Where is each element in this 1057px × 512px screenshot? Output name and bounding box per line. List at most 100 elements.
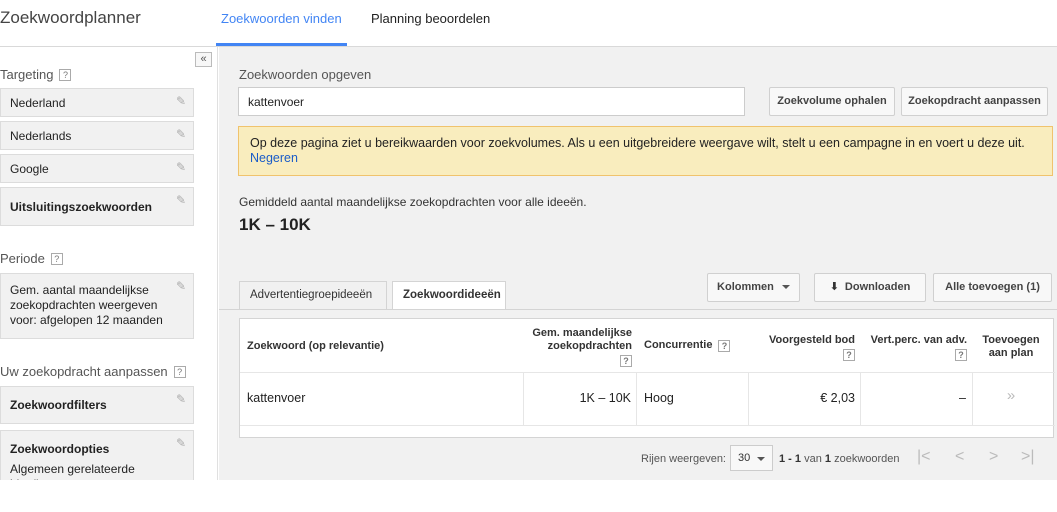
modify-search-button[interactable]: Zoekopdracht aanpassen (901, 87, 1048, 116)
chevron-down-icon (757, 457, 765, 461)
avg-searches-value: 1K – 10K (239, 215, 311, 234)
enter-keywords-label: Zoekwoorden opgeven (239, 67, 372, 82)
pencil-icon[interactable]: ✎ (176, 94, 186, 108)
row-impression-share: – (959, 391, 966, 405)
negative-keywords-label: Uitsluitingszoekwoorden (10, 200, 153, 214)
help-icon[interactable]: ? (173, 365, 186, 378)
keyword-table: Zoekwoord (op relevantie) Gem. maandelij… (239, 318, 1055, 438)
columns-button[interactable]: Kolommen (707, 273, 800, 302)
active-tab-indicator (216, 43, 347, 46)
first-page-icon[interactable]: |< (917, 448, 931, 466)
pagination-of: van (804, 453, 822, 465)
column-divider (860, 373, 861, 425)
pencil-icon[interactable]: ✎ (176, 127, 186, 141)
targeting-language-label: Nederlands (10, 129, 72, 143)
keyword-input[interactable]: kattenvoer (238, 87, 745, 116)
period-selector[interactable]: Gem. aantal maandelijkse zoekopdrachten … (0, 273, 194, 339)
download-icon: ⬇ (829, 281, 839, 293)
column-divider (748, 373, 749, 425)
column-divider (972, 373, 973, 425)
help-icon[interactable]: ? (620, 355, 632, 367)
header-suggested-bid[interactable]: Voorgesteld bod ? (752, 334, 855, 361)
next-page-icon[interactable]: > (989, 448, 998, 466)
tab-ad-group-ideas[interactable]: Advertentiegroepideeën (239, 281, 387, 309)
header-divider (240, 372, 1055, 373)
avg-searches-label: Gemiddeld aantal maandelijkse zoekopdrac… (239, 195, 587, 209)
app-title: Zoekwoordplanner (0, 8, 141, 27)
row-keyword: kattenvoer (247, 391, 306, 405)
targeting-network-label: Google (10, 162, 49, 176)
targeting-label-text: Targeting (0, 67, 54, 82)
period-text: Gem. aantal maandelijkse zoekopdrachten … (10, 283, 163, 327)
prev-page-icon[interactable]: < (955, 448, 964, 466)
tab-review-plan[interactable]: Planning beoordelen (371, 11, 490, 47)
sidebar: « Targeting ? Nederland ✎ Nederlands ✎ G… (0, 47, 218, 480)
help-icon[interactable]: ? (59, 68, 72, 81)
targeting-language[interactable]: Nederlands ✎ (0, 121, 194, 150)
customize-label-text: Uw zoekopdracht aanpassen (0, 364, 168, 379)
period-label: Periode ? (0, 251, 63, 266)
pencil-icon[interactable]: ✎ (176, 392, 186, 406)
pencil-icon[interactable]: ✎ (176, 279, 186, 293)
row-suggested-bid: € 2,03 (820, 391, 855, 405)
notice-banner: Op deze pagina ziet u bereikwaarden voor… (238, 126, 1053, 176)
columns-label: Kolommen (717, 281, 774, 293)
pagination-summary: 1 - 1 van 1 zoekwoorden (779, 453, 900, 465)
negative-keywords[interactable]: Uitsluitingszoekwoorden ✎ (0, 187, 194, 226)
header-suggested-bid-text: Voorgesteld bod (769, 334, 855, 346)
header-impression-share-text: Vert.perc. van adv. (870, 334, 967, 346)
pencil-icon[interactable]: ✎ (176, 193, 186, 207)
rows-per-page-label: Rijen weergeven: (641, 453, 726, 465)
header-competition-text: Concurrentie (644, 339, 713, 351)
tab-find-keywords[interactable]: Zoekwoorden vinden (221, 11, 342, 47)
download-label: Downloaden (844, 281, 911, 293)
help-icon[interactable]: ? (50, 252, 63, 265)
pagination-range: 1 - 1 (779, 453, 802, 465)
header-monthly-searches[interactable]: Gem. maandelijkse zoekopdrachten ? (525, 327, 632, 367)
header-add-to-plan: Toevoegen aan plan (982, 334, 1040, 359)
row-divider (240, 425, 1055, 426)
header-keyword[interactable]: Zoekwoord (op relevantie) (247, 340, 384, 353)
tab-divider (219, 309, 1057, 310)
pencil-icon[interactable]: ✎ (176, 436, 186, 450)
targeting-label: Targeting ? (0, 67, 72, 82)
keyword-options-label: Zoekwoordopties (10, 442, 110, 456)
help-icon[interactable]: ? (955, 349, 967, 361)
column-divider (523, 373, 524, 425)
row-competition: Hoog (644, 391, 674, 405)
main-panel: Zoekwoorden opgeven kattenvoer Zoekvolum… (219, 47, 1057, 480)
rows-per-page-select[interactable]: 30 (730, 445, 773, 471)
keyword-options[interactable]: Zoekwoordopties Algemeen gerelateerde id… (0, 430, 194, 480)
help-icon[interactable]: ? (718, 339, 731, 352)
keyword-options-text: Algemeen gerelateerde ideeën weergeven (10, 462, 135, 480)
add-all-button[interactable]: Alle toevoegen (1) (933, 273, 1052, 302)
help-icon[interactable]: ? (843, 349, 855, 361)
column-divider (636, 373, 637, 425)
period-label-text: Periode (0, 251, 45, 266)
pagination-bar: Rijen weergeven: 30 1 - 1 van 1 zoekwoor… (239, 438, 1054, 480)
chevron-down-icon (781, 285, 790, 290)
notice-text: Op deze pagina ziet u bereikwaarden voor… (250, 136, 1025, 150)
download-button[interactable]: ⬇ Downloaden (814, 273, 926, 302)
targeting-location[interactable]: Nederland ✎ (0, 88, 194, 117)
pencil-icon[interactable]: ✎ (176, 160, 186, 174)
customize-label: Uw zoekopdracht aanpassen ? (0, 364, 186, 379)
header-monthly-searches-text: Gem. maandelijkse zoekopdrachten (532, 327, 632, 352)
targeting-location-label: Nederland (10, 96, 66, 110)
row-monthly-searches: 1K – 10K (579, 391, 631, 405)
header-competition[interactable]: Concurrentie ? (644, 339, 731, 352)
last-page-icon[interactable]: >| (1021, 448, 1035, 466)
get-search-volume-button[interactable]: Zoekvolume ophalen (769, 87, 895, 116)
add-to-plan-icon[interactable]: » (977, 387, 1045, 404)
header-impression-share[interactable]: Vert.perc. van adv. ? (864, 334, 967, 361)
pagination-unit: zoekwoorden (834, 453, 900, 465)
targeting-network[interactable]: Google ✎ (0, 154, 194, 183)
tab-keyword-ideas[interactable]: Zoekwoordideeën (392, 281, 506, 310)
pagination-total: 1 (824, 453, 832, 465)
rows-per-page-value: 30 (738, 452, 751, 464)
keyword-filters[interactable]: Zoekwoordfilters ✎ (0, 386, 194, 424)
keyword-filters-label: Zoekwoordfilters (10, 398, 107, 412)
top-header: Zoekwoordplanner Zoekwoorden vinden Plan… (0, 0, 1057, 47)
dismiss-link[interactable]: Negeren (250, 151, 298, 165)
collapse-sidebar-button[interactable]: « (195, 52, 212, 67)
